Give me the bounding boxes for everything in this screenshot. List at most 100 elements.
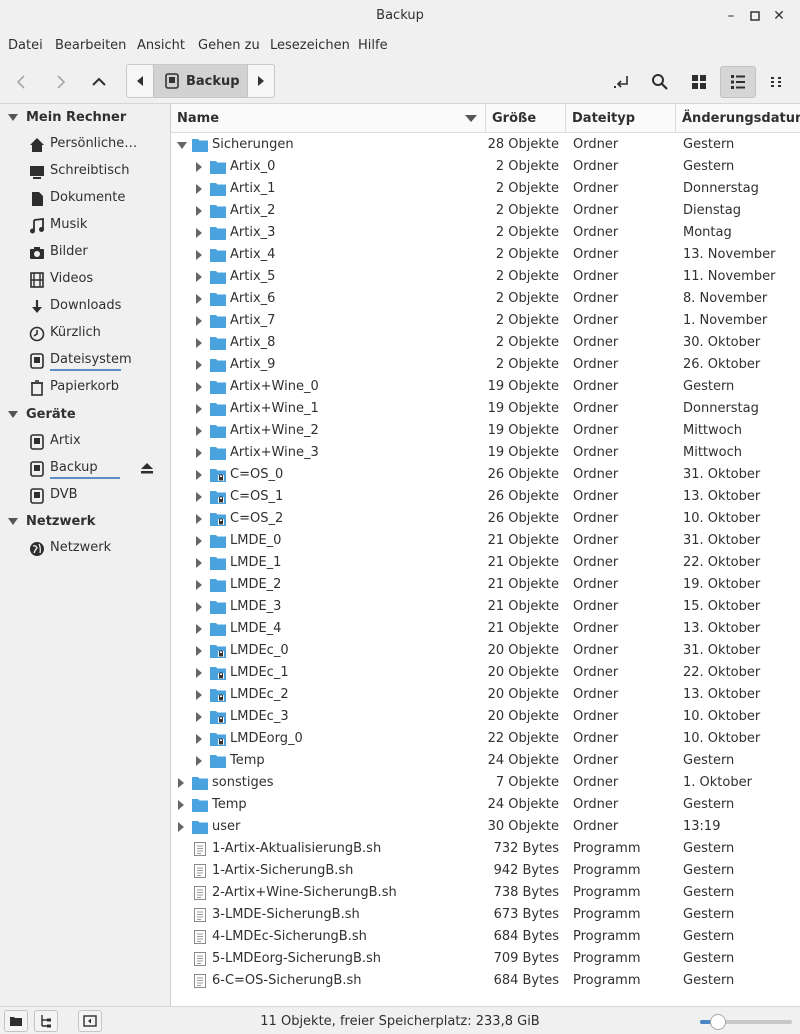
folder-row[interactable]: LMDE_1 21 Objekte Ordner 22. Oktober [171, 552, 800, 574]
file-row[interactable]: 2-Artix+Wine-SicherungB.sh 738 Bytes Progr… [171, 882, 800, 904]
maximize-icon[interactable] [744, 0, 766, 32]
expander-collapsed-icon[interactable] [195, 733, 205, 745]
section-mein-rechner[interactable]: Mein Rechner [0, 104, 126, 131]
sidebar-item-dvb[interactable]: DVB [0, 482, 170, 509]
zoom-slider-handle[interactable] [710, 1014, 726, 1030]
sidebar-item-papierkorb[interactable]: Papierkorb [0, 374, 170, 401]
sidebar-item-schreibtisch[interactable]: Schreibtisch [0, 158, 170, 185]
sidebar-item-downloads[interactable]: Downloads [0, 293, 170, 320]
folder-row[interactable]: LMDE_2 21 Objekte Ordner 19. Oktober [171, 574, 800, 596]
folder-row[interactable]: Artix_8 2 Objekte Ordner 30. Oktober [171, 332, 800, 354]
section-geraete[interactable]: Geräte [0, 401, 76, 428]
expander-collapsed-icon[interactable] [195, 447, 205, 459]
icon-view-button[interactable] [683, 66, 715, 98]
folder-row[interactable]: Artix_4 2 Objekte Ordner 13. November [171, 244, 800, 266]
expander-collapsed-icon[interactable] [195, 161, 205, 173]
folder-row[interactable]: user 30 Objekte Ordner 13:19 [171, 816, 800, 838]
sidebar-item-artix[interactable]: Artix [0, 428, 170, 455]
sidebar-item-netzwerk[interactable]: Netzwerk [0, 535, 170, 562]
folder-row[interactable]: LMDE_4 21 Objekte Ordner 13. Oktober [171, 618, 800, 640]
hide-sidebar-button[interactable] [78, 1010, 102, 1032]
section-netzwerk[interactable]: Netzwerk [0, 508, 95, 535]
back-button[interactable] [6, 66, 38, 98]
sidebar-item-videos[interactable]: Videos [0, 266, 170, 293]
folder-row[interactable]: LMDEc_1 20 Objekte Ordner 22. Oktober [171, 662, 800, 684]
folder-row[interactable]: Artix_7 2 Objekte Ordner 1. November [171, 310, 800, 332]
zoom-slider[interactable] [700, 1014, 792, 1030]
expander-collapsed-icon[interactable] [195, 711, 205, 723]
expander-collapsed-icon[interactable] [195, 755, 205, 767]
folder-row[interactable]: LMDE_3 21 Objekte Ordner 15. Oktober [171, 596, 800, 618]
folder-row[interactable]: Artix+Wine_3 19 Objekte Ordner Mittwoch [171, 442, 800, 464]
sidebar-item-backup[interactable]: Backup [0, 455, 170, 482]
folder-row[interactable]: LMDEc_3 20 Objekte Ordner 10. Oktober [171, 706, 800, 728]
folder-row[interactable]: LMDEc_2 20 Objekte Ordner 13. Oktober [171, 684, 800, 706]
menu-ansicht[interactable]: Ansicht [137, 38, 185, 53]
expander-collapsed-icon[interactable] [195, 601, 205, 613]
toggle-location-button[interactable] [606, 66, 638, 98]
minimize-icon[interactable]: – [720, 0, 742, 32]
expander-collapsed-icon[interactable] [195, 249, 205, 261]
menu-bearbeiten[interactable]: Bearbeiten [55, 38, 126, 53]
column-header-name[interactable]: Name [171, 104, 486, 133]
column-header-date[interactable]: Änderungsdatum [676, 104, 800, 133]
folder-row[interactable]: Artix_2 2 Objekte Ordner Dienstag [171, 200, 800, 222]
folder-row[interactable]: Artix_5 2 Objekte Ordner 11. November [171, 266, 800, 288]
file-row[interactable]: 1-Artix-SicherungB.sh 942 Bytes Programm Ge… [171, 860, 800, 882]
folder-row[interactable]: Artix_3 2 Objekte Ordner Montag [171, 222, 800, 244]
expander-collapsed-icon[interactable] [195, 579, 205, 591]
folder-row[interactable]: Artix+Wine_2 19 Objekte Ordner Mittwoch [171, 420, 800, 442]
expander-expanded-icon[interactable] [177, 139, 187, 151]
expander-collapsed-icon[interactable] [195, 623, 205, 635]
menu-gehen-zu[interactable]: Gehen zu [198, 38, 260, 53]
expander-collapsed-icon[interactable] [195, 535, 205, 547]
sidebar-item-dateisystem[interactable]: Dateisystem [0, 347, 170, 374]
folder-row[interactable]: C=OS_0 26 Objekte Ordner 31. Oktober [171, 464, 800, 486]
menu-datei[interactable]: Datei [8, 38, 43, 53]
pathbar-left-arrow[interactable] [127, 65, 153, 97]
expander-collapsed-icon[interactable] [195, 381, 205, 393]
folder-row[interactable]: LMDEc_0 20 Objekte Ordner 31. Oktober [171, 640, 800, 662]
up-button[interactable] [83, 66, 115, 98]
folder-row[interactable]: C=OS_1 26 Objekte Ordner 13. Oktober [171, 486, 800, 508]
menu-hilfe[interactable]: Hilfe [358, 38, 388, 53]
folder-row[interactable]: Temp 24 Objekte Ordner Gestern [171, 750, 800, 772]
sidebar-item-dokumente[interactable]: Dokumente [0, 185, 170, 212]
file-row[interactable]: 5-LMDEorg-SicherungB.sh 709 Bytes Programm… [171, 948, 800, 970]
eject-icon[interactable] [140, 461, 154, 479]
compact-view-button[interactable] [761, 66, 793, 98]
folder-row[interactable]: sonstiges 7 Objekte Ordner 1. Oktober [171, 772, 800, 794]
sidebar-item-bilder[interactable]: Bilder [0, 239, 170, 266]
expander-collapsed-icon[interactable] [195, 359, 205, 371]
expander-collapsed-icon[interactable] [195, 403, 205, 415]
expander-collapsed-icon[interactable] [195, 645, 205, 657]
expander-collapsed-icon[interactable] [195, 469, 205, 481]
sidebar-item-kuerzlich[interactable]: Kürzlich [0, 320, 170, 347]
folder-row[interactable]: Artix+Wine_0 19 Objekte Ordner Gestern [171, 376, 800, 398]
expander-collapsed-icon[interactable] [195, 315, 205, 327]
expander-collapsed-icon[interactable] [195, 205, 205, 217]
close-icon[interactable]: ✕ [768, 0, 790, 32]
expander-collapsed-icon[interactable] [195, 491, 205, 503]
title-bar[interactable]: Backup – ✕ [0, 0, 800, 32]
folder-row[interactable]: Artix+Wine_1 19 Objekte Ordner Donnerstag [171, 398, 800, 420]
folder-row[interactable]: Artix_9 2 Objekte Ordner 26. Oktober [171, 354, 800, 376]
sidebar-item-musik[interactable]: Musik [0, 212, 170, 239]
folder-row[interactable]: Artix_1 2 Objekte Ordner Donnerstag [171, 178, 800, 200]
list-view-button[interactable] [720, 66, 756, 98]
expander-collapsed-icon[interactable] [177, 799, 187, 811]
expander-collapsed-icon[interactable] [195, 293, 205, 305]
column-header-size[interactable]: Größe [486, 104, 566, 133]
folder-row[interactable]: Sicherungen 28 Objekte Ordner Gestern [171, 134, 800, 156]
file-row[interactable]: 1-Artix-AktualisierungB.sh 732 Bytes Progr… [171, 838, 800, 860]
expander-collapsed-icon[interactable] [195, 425, 205, 437]
file-row[interactable]: 3-LMDE-SicherungB.sh 673 Bytes Programm Ges… [171, 904, 800, 926]
folder-row[interactable]: Artix_0 2 Objekte Ordner Gestern [171, 156, 800, 178]
forward-button[interactable] [44, 66, 76, 98]
expander-collapsed-icon[interactable] [195, 183, 205, 195]
breadcrumb-backup[interactable]: Backup [153, 65, 248, 97]
show-treeview-button[interactable] [34, 1010, 58, 1032]
expander-collapsed-icon[interactable] [177, 777, 187, 789]
folder-row[interactable]: Temp 24 Objekte Ordner Gestern [171, 794, 800, 816]
expander-collapsed-icon[interactable] [195, 513, 205, 525]
